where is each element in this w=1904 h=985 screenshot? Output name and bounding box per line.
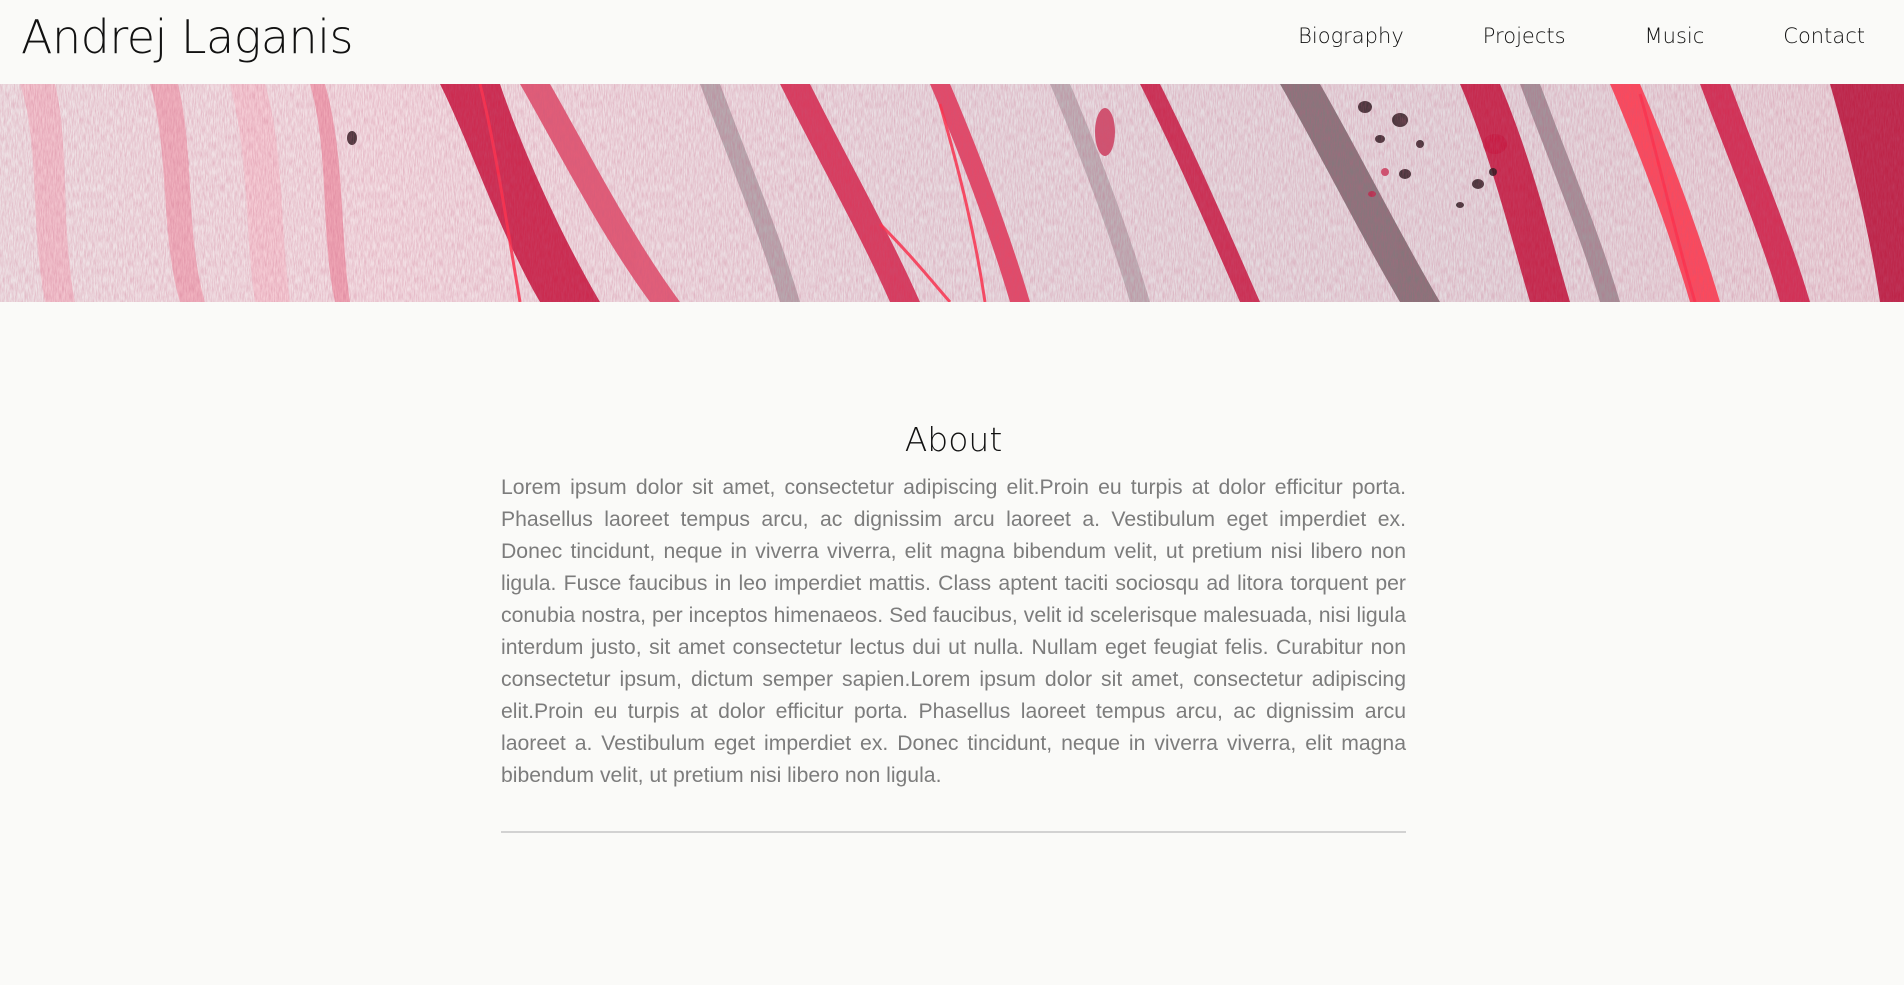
about-paragraph: Lorem ipsum dolor sit amet, consectetur …	[501, 476, 1406, 787]
nav-link-projects[interactable]: Projects	[1483, 24, 1566, 48]
nav-link-biography[interactable]: Biography	[1298, 24, 1404, 48]
nav-link-music[interactable]: Music	[1645, 24, 1705, 48]
about-heading: About	[904, 420, 1003, 459]
marbled-paint-artwork	[0, 84, 1904, 302]
about-section: About Lorem ipsum dolor sit amet, consec…	[501, 418, 1406, 841]
hero-banner-image	[0, 84, 1904, 302]
section-divider	[501, 831, 1406, 833]
nav-link-contact[interactable]: Contact	[1783, 24, 1865, 48]
main-nav: Biography Projects Music Contact	[1298, 24, 1865, 48]
site-title-link[interactable]: Andrej Laganis	[21, 10, 353, 64]
site-header: Andrej Laganis Biography Projects Music …	[0, 0, 1904, 84]
